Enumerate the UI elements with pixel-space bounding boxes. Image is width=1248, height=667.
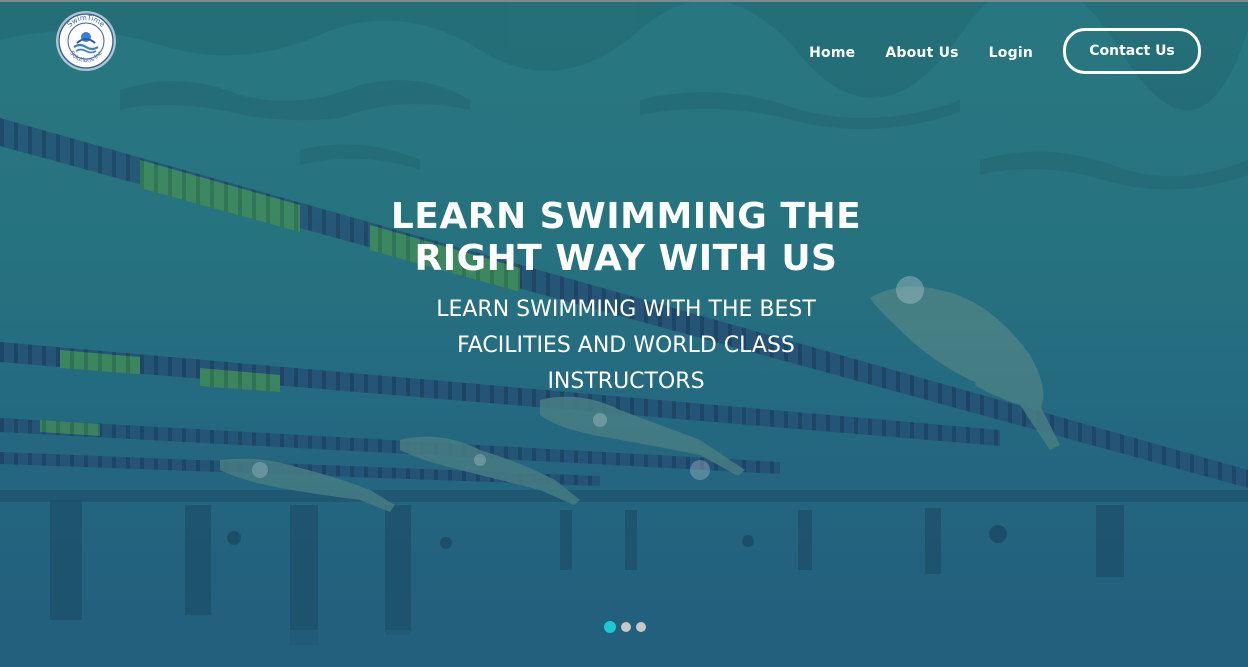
- top-border-line: [0, 0, 1248, 2]
- carousel-dot-1[interactable]: [604, 621, 616, 633]
- hero-subheadline-line-1: LEARN SWIMMING WITH THE BEST: [436, 297, 816, 322]
- main-nav: Home About Us Login Contact Us: [809, 28, 1201, 74]
- carousel-dot-3[interactable]: [636, 622, 646, 632]
- site-logo[interactable]: SwimTime Solutions Inc: [58, 13, 114, 69]
- nav-link-home[interactable]: Home: [809, 41, 855, 61]
- nav-link-about-us[interactable]: About Us: [885, 41, 958, 61]
- hero-section: SwimTime Solutions Inc Home About Us Log…: [0, 0, 1248, 667]
- carousel-dot-2[interactable]: [621, 622, 631, 632]
- logo-badge-icon: SwimTime Solutions Inc: [58, 13, 114, 69]
- hero-subheadline-line-2: FACILITIES AND WORLD CLASS: [457, 333, 795, 358]
- hero-headline-line-2: RIGHT WAY WITH US: [414, 238, 838, 279]
- hero-subheadline-line-3: INSTRUCTORS: [547, 369, 705, 394]
- contact-us-button[interactable]: Contact Us: [1063, 28, 1201, 74]
- nav-link-login[interactable]: Login: [989, 41, 1033, 61]
- hero-headline: LEARN SWIMMING THE RIGHT WAY WITH US: [324, 196, 928, 280]
- hero-headline-line-1: LEARN SWIMMING THE: [390, 196, 862, 237]
- hero-subheadline: LEARN SWIMMING WITH THE BEST FACILITIES …: [374, 292, 878, 400]
- carousel-dots: [604, 621, 651, 633]
